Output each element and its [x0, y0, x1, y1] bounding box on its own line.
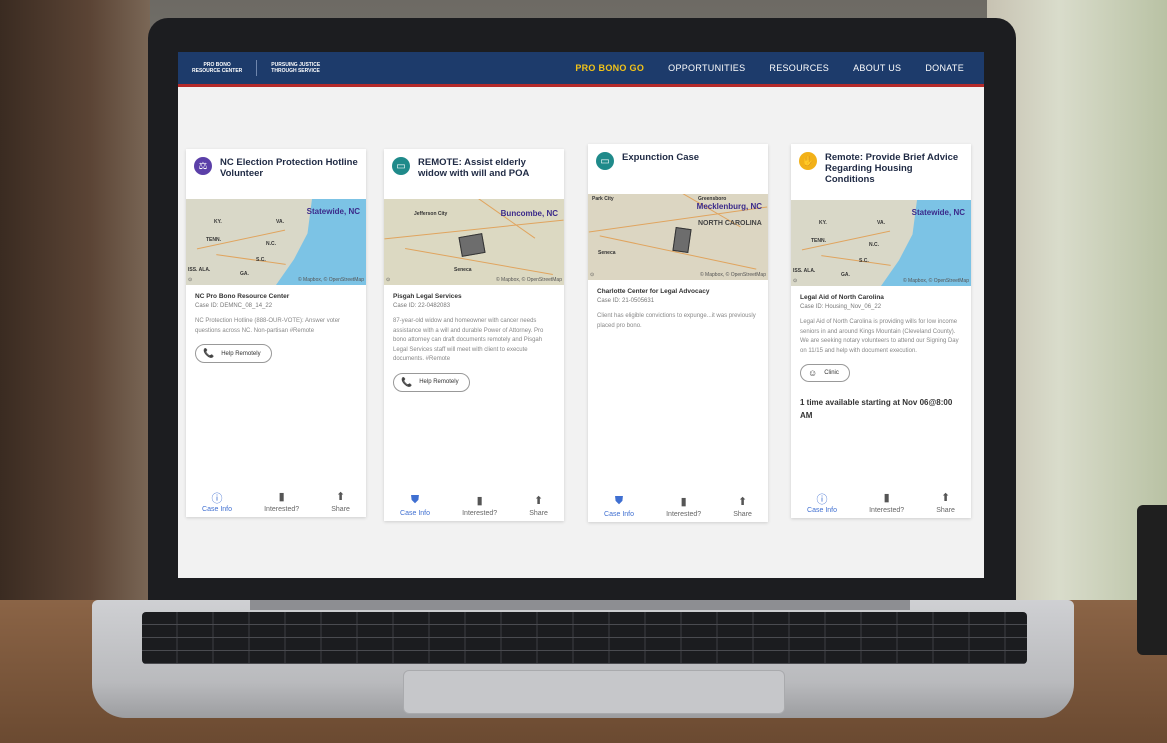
org-name: Charlotte Center for Legal Advocacy: [597, 288, 710, 295]
case-card[interactable]: ✋ Remote: Provide Brief Advice Regarding…: [791, 144, 971, 518]
phone-icon: 📞: [203, 348, 215, 358]
info-icon: ⓘ: [211, 493, 223, 505]
clipboard-icon: ▮: [278, 491, 285, 503]
case-card[interactable]: ▭ Expunction Case Park City Greensboro S…: [588, 144, 768, 522]
share-button[interactable]: ⬆ Share: [733, 495, 752, 518]
shield-icon: ⛊: [410, 494, 420, 506]
org-name: NC Pro Bono Resource Center: [195, 293, 290, 300]
top-nav: PRO BONO RESOURCE CENTER PURSUING JUSTIC…: [178, 52, 984, 87]
group-icon: ☺: [808, 368, 818, 378]
card-footer: ⓘ Case Info ▮ Interested? ⬆ Share: [186, 490, 366, 513]
clipboard-icon: ▮: [883, 492, 890, 504]
chat-icon: ▭: [596, 152, 614, 170]
keyboard-rows: [142, 612, 1027, 664]
card-footer: ⛊ Case Info ▮ Interested? ⬆ Share: [588, 495, 768, 518]
mapbox-logo[interactable]: ⊙: [793, 278, 797, 284]
county-highlight: [458, 233, 486, 257]
pill-label: Help Remotely: [221, 350, 261, 357]
map-attribution[interactable]: © Mapbox, © OpenStreetMap: [903, 278, 969, 284]
case-id: Case ID: Housing_Nov_06_22: [800, 304, 882, 310]
case-map[interactable]: KY. VA. TENN. N.C. S.C. ISS. ALA. GA. St…: [186, 199, 366, 285]
brand-logo[interactable]: PRO BONO RESOURCE CENTER PURSUING JUSTIC…: [192, 60, 341, 76]
map-location-label: Statewide, NC: [911, 208, 965, 217]
laptop-screen: PRO BONO RESOURCE CENTER PURSUING JUSTIC…: [178, 52, 984, 578]
trackpad: [403, 670, 785, 714]
org-name: Pisgah Legal Services: [393, 293, 462, 300]
map-location-label: Buncombe, NC: [500, 209, 558, 218]
case-info-button[interactable]: ⓘ Case Info: [202, 490, 232, 513]
share-button[interactable]: ⬆ Share: [936, 491, 955, 514]
case-card[interactable]: ▭ REMOTE: Assist elderly widow with will…: [384, 149, 564, 521]
share-button[interactable]: ⬆ Share: [529, 494, 548, 517]
scales-icon: ⚖: [194, 157, 212, 175]
info-icon: ⓘ: [816, 494, 828, 506]
share-button[interactable]: ⬆ Share: [331, 490, 350, 513]
case-id: Case ID: DEMNC_08_14_22: [195, 303, 273, 309]
share-icon: ⬆: [940, 492, 951, 504]
background-shelf: [0, 0, 150, 620]
interested-button[interactable]: ▮ Interested?: [462, 494, 497, 517]
hand-icon: ✋: [799, 152, 817, 170]
clinic-button[interactable]: ☺ Clinic: [800, 364, 850, 382]
share-icon: ⬆: [737, 496, 748, 508]
help-remotely-button[interactable]: 📞 Help Remotely: [195, 344, 272, 363]
case-title: Expunction Case: [622, 152, 700, 163]
map-attribution[interactable]: © Mapbox, © OpenStreetMap: [496, 277, 562, 283]
help-remotely-button[interactable]: 📞 Help Remotely: [393, 372, 470, 392]
map-attribution[interactable]: © Mapbox, © OpenStreetMap: [298, 277, 364, 283]
interested-button[interactable]: ▮ Interested?: [869, 491, 904, 514]
case-id: Case ID: 22-0482083: [393, 303, 451, 309]
case-description: 87-year-old widow and homeowner with can…: [393, 318, 544, 362]
pill-label: Clinic: [824, 370, 839, 376]
case-info-button[interactable]: ⛊ Case Info: [604, 495, 634, 518]
card-footer: ⛊ Case Info ▮ Interested? ⬆ Share: [384, 494, 564, 517]
case-title: Remote: Provide Brief Advice Regarding H…: [825, 152, 959, 185]
nav-pro-bono-go[interactable]: PRO BONO GO: [575, 63, 644, 73]
nav-donate[interactable]: DONATE: [925, 63, 964, 73]
interested-button[interactable]: ▮ Interested?: [264, 490, 299, 513]
share-icon: ⬆: [335, 491, 346, 503]
brand-divider: [256, 60, 258, 76]
case-info-button[interactable]: ⛊ Case Info: [400, 494, 430, 517]
case-description: Legal Aid of North Carolina is providing…: [800, 319, 959, 354]
availability-text: 1 time available starting at Nov 06@8:00…: [800, 398, 953, 420]
map-location-label: Statewide, NC: [306, 207, 360, 216]
card-footer: ⓘ Case Info ▮ Interested? ⬆ Share: [791, 491, 971, 514]
mapbox-logo[interactable]: ⊙: [386, 277, 390, 283]
brand-tagline: PURSUING JUSTICE THROUGH SERVICE: [271, 62, 321, 74]
pill-label: Help Remotely: [419, 379, 459, 385]
case-map[interactable]: Jefferson City Seneca Buncombe, NC ⊙ © M…: [384, 199, 564, 285]
mapbox-logo[interactable]: ⊙: [590, 272, 594, 278]
chat-icon: ▭: [392, 157, 410, 175]
mapbox-logo[interactable]: ⊙: [188, 277, 192, 283]
laptop-hinge: [250, 600, 910, 610]
case-description: NC Protection Hotline (888-OUR-VOTE): An…: [195, 318, 341, 334]
county-highlight: [672, 227, 692, 253]
case-title: NC Election Protection Hotline Volunteer: [220, 157, 358, 179]
map-attribution[interactable]: © Mapbox, © OpenStreetMap: [700, 272, 766, 278]
case-info-button[interactable]: ⓘ Case Info: [807, 491, 837, 514]
coffee-mug: [1137, 505, 1167, 655]
case-map[interactable]: KY. VA. TENN. N.C. S.C. ISS. ALA. GA. St…: [791, 200, 971, 286]
case-card[interactable]: ⚖ NC Election Protection Hotline Volunte…: [186, 149, 366, 517]
nav-opportunities[interactable]: OPPORTUNITIES: [668, 63, 745, 73]
interested-button[interactable]: ▮ Interested?: [666, 495, 701, 518]
nav-resources[interactable]: RESOURCES: [769, 63, 829, 73]
map-location-label: Mecklenburg, NC: [696, 202, 762, 211]
case-title: REMOTE: Assist elderly widow with will a…: [418, 157, 530, 179]
brand-subtitle: RESOURCE CENTER: [192, 68, 243, 74]
org-name: Legal Aid of North Carolina: [800, 294, 884, 301]
clipboard-icon: ▮: [476, 495, 483, 507]
nav-about-us[interactable]: ABOUT US: [853, 63, 901, 73]
nav-links: PRO BONO GO OPPORTUNITIES RESOURCES ABOU…: [575, 63, 964, 73]
share-icon: ⬆: [533, 495, 544, 507]
clipboard-icon: ▮: [680, 496, 687, 508]
map-region-label: NORTH CAROLINA: [698, 220, 762, 227]
case-description: Client has eligible convictions to expun…: [597, 313, 756, 329]
phone-icon: 📞: [401, 376, 413, 387]
case-map[interactable]: Park City Greensboro Seneca NORTH CAROLI…: [588, 194, 768, 280]
shield-icon: ⛊: [614, 495, 624, 507]
case-id: Case ID: 21-0505631: [597, 298, 655, 304]
